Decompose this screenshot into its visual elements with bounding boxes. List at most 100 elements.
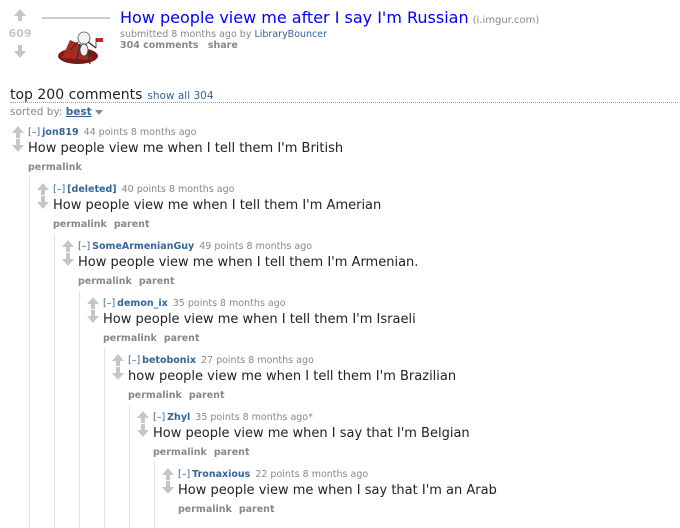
comment: [–] demon_ix 35 points 8 months ago How pe… (87, 297, 680, 354)
comment: [–] jon819 44 points 8 months ago How peop… (12, 126, 652, 183)
comment-body: How people view me when I say that I'm B… (153, 426, 470, 441)
downvote-arrow-icon[interactable] (112, 367, 124, 380)
comment-buttons: permalink (28, 162, 89, 173)
upvote-arrow-icon[interactable] (112, 354, 124, 366)
downvote-arrow-icon[interactable] (62, 253, 74, 266)
comment-tagline: [–] jon819 44 points 8 months ago (28, 127, 196, 138)
comment: [–] SomeArmenianGuy 49 points 8 months ago… (62, 240, 680, 297)
post-entry: 609 How people view me after I say I'm R… (0, 0, 680, 78)
comment-buttons: permalink parent (128, 390, 232, 401)
share-link[interactable]: share (208, 40, 238, 51)
comment-meta: 35 points 8 months ago* (195, 412, 313, 423)
downvote-arrow-icon[interactable] (37, 196, 49, 209)
comment-parent-link[interactable]: parent (139, 276, 175, 287)
thread-guide-line (29, 177, 30, 528)
show-all-link[interactable]: show all 304 (147, 90, 213, 102)
comment-author-link[interactable]: demon_ix (117, 298, 168, 309)
comment-author-link[interactable]: Zhyl (167, 412, 190, 423)
comment-author-link[interactable]: SomeArmenianGuy (92, 241, 194, 252)
downvote-arrow-icon[interactable] (137, 424, 149, 437)
comment: [–] [deleted] 40 points 8 months ago How p… (37, 183, 677, 240)
comment-author-link[interactable]: betobonix (142, 355, 196, 366)
comment-vote-column (62, 240, 74, 266)
comment-tagline: [–] demon_ix 35 points 8 months ago (103, 298, 286, 309)
collapse-toggle[interactable]: [–] (78, 241, 90, 252)
comment-buttons: permalink parent (103, 333, 207, 344)
comment-tagline: [–] [deleted] 40 points 8 months ago (53, 184, 234, 195)
sort-label: sorted by: (10, 106, 66, 118)
thread-guide-line (154, 462, 155, 528)
thread-guide-line (54, 234, 55, 528)
post-vote-column: 609 (8, 6, 32, 61)
post-author-link[interactable]: LibraryBouncer (254, 29, 327, 40)
comment-author-link[interactable]: Tronaxious (192, 469, 250, 480)
upvote-arrow-icon[interactable] (137, 411, 149, 423)
comment-meta: 49 points 8 months ago (199, 241, 313, 252)
post-title-line: How people view me after I say I'm Russi… (120, 8, 539, 27)
comment-meta: 44 points 8 months ago (83, 127, 197, 138)
comment-meta: 40 points 8 months ago (121, 184, 235, 195)
comment-parent-link[interactable]: parent (164, 333, 200, 344)
comment: [–] Tronaxious 22 points 8 months ago How … (162, 468, 680, 525)
comment-body: How people view me when I tell them I'm … (28, 141, 344, 156)
collapse-toggle[interactable]: [–] (153, 412, 165, 423)
collapse-toggle[interactable]: [–] (53, 184, 65, 195)
collapse-toggle[interactable]: [–] (178, 469, 190, 480)
collapse-toggle[interactable]: [–] (28, 127, 40, 138)
comment-parent-link[interactable]: parent (239, 504, 275, 515)
comment: [–] betobonix 27 points 8 months ago how p… (112, 354, 680, 411)
upvote-arrow-icon[interactable] (62, 240, 74, 252)
sort-menu: sorted by: best (10, 106, 103, 118)
comment-permalink-link[interactable]: permalink (128, 390, 182, 401)
comment-permalink-link[interactable]: permalink (103, 333, 157, 344)
upvote-arrow-icon[interactable] (162, 468, 174, 480)
collapse-toggle[interactable]: [–] (128, 355, 140, 366)
downvote-arrow-icon[interactable] (14, 45, 26, 58)
post-tagline-prefix: submitted 8 months ago by (120, 29, 255, 40)
comment-body: How people view me when I tell them I'm … (103, 312, 416, 327)
upvote-arrow-icon[interactable] (12, 126, 24, 138)
downvote-arrow-icon[interactable] (162, 481, 174, 494)
comment-vote-column (12, 126, 24, 152)
comment-permalink-link[interactable]: permalink (53, 219, 107, 230)
comment-author-link[interactable]: jon819 (42, 127, 78, 138)
comment-author-link[interactable]: [deleted] (67, 184, 116, 195)
upvote-arrow-icon[interactable] (87, 297, 99, 309)
post-domain[interactable]: (i.imgur.com) (473, 15, 540, 26)
thread-guide-line (129, 405, 130, 528)
comment-parent-link[interactable]: parent (214, 447, 250, 458)
comment-permalink-link[interactable]: permalink (78, 276, 132, 287)
comment-buttons: permalink parent (53, 219, 157, 230)
comment-permalink-link[interactable]: permalink (178, 504, 232, 515)
comment-parent-link[interactable]: parent (114, 219, 150, 230)
comment-permalink-link[interactable]: permalink (153, 447, 207, 458)
comment-buttons: permalink parent (178, 504, 282, 515)
comment-meta: 22 points 8 months ago (255, 469, 369, 480)
downvote-arrow-icon[interactable] (12, 139, 24, 152)
dropdown-caret-icon[interactable] (94, 109, 103, 115)
sort-dropdown[interactable]: best (66, 106, 92, 118)
comment-permalink-link[interactable]: permalink (28, 162, 82, 173)
comments-link[interactable]: 304 comments (120, 40, 199, 51)
comment-meta: 27 points 8 months ago (200, 355, 314, 366)
comment-vote-column (162, 468, 174, 494)
comment-tagline: [–] Zhyl 35 points 8 months ago* (153, 412, 313, 423)
upvote-arrow-icon[interactable] (37, 183, 49, 195)
comment-parent-link[interactable]: parent (189, 390, 225, 401)
post-thumbnail[interactable] (40, 12, 114, 78)
thread-guide-line (79, 291, 80, 528)
comment-panel-title: top 200 comments (10, 87, 143, 103)
comment-meta: 35 points 8 months ago (172, 298, 286, 309)
post-title-link[interactable]: How people view me after I say I'm Russi… (120, 8, 469, 27)
downvote-arrow-icon[interactable] (87, 310, 99, 323)
comment-buttons: permalink parent (153, 447, 257, 458)
comment-tagline: [–] SomeArmenianGuy 49 points 8 months ago (78, 241, 312, 252)
collapse-toggle[interactable]: [–] (103, 298, 115, 309)
post-tagline: submitted 8 months ago by LibraryBouncer (120, 29, 327, 40)
comment-tagline: [–] betobonix 27 points 8 months ago (128, 355, 314, 366)
comment-panel-header: top 200 comments show all 304 (10, 84, 678, 103)
comment-vote-column (112, 354, 124, 380)
upvote-arrow-icon[interactable] (14, 9, 26, 21)
thread-guide-line (104, 348, 105, 528)
comment-vote-column (87, 297, 99, 323)
